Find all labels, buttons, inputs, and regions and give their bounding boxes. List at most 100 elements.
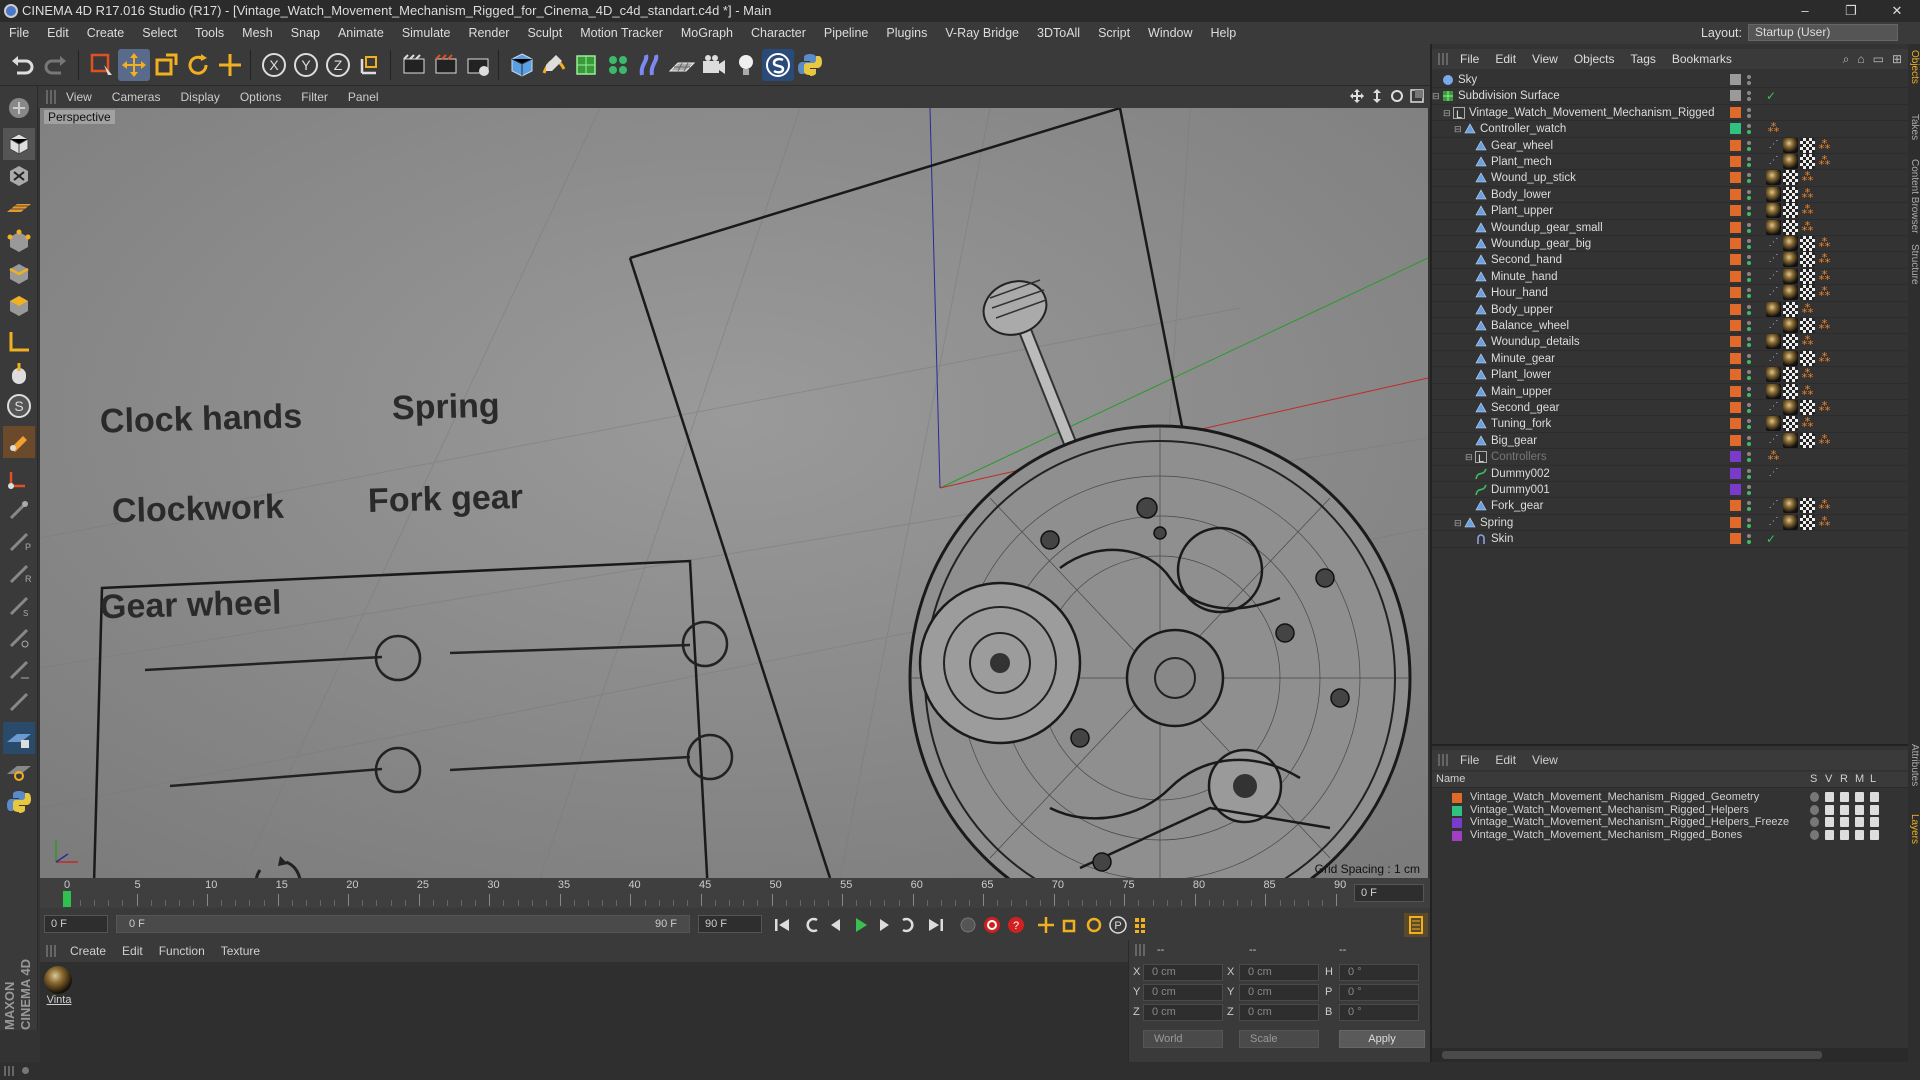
layer-color-swatch[interactable] (1730, 352, 1741, 364)
z-axis-lock-icon[interactable]: Z (322, 49, 354, 81)
layer-render-toggle-icon[interactable] (1840, 792, 1849, 802)
cube-object-icon[interactable] (506, 49, 538, 81)
goto-start-icon[interactable] (770, 913, 794, 937)
xpresso-tag-icon[interactable]: ⁂ (1800, 416, 1815, 431)
visibility-dots-icon[interactable] (1746, 156, 1752, 168)
layer-color-swatch[interactable] (1730, 74, 1741, 85)
magnet-tool-icon[interactable] (3, 426, 35, 458)
scripting-icon[interactable] (762, 49, 794, 81)
visibility-dots-icon[interactable] (1746, 189, 1752, 201)
protection-tag-icon[interactable]: ⋰ (1766, 466, 1781, 481)
tab-layers[interactable]: Layers (1908, 814, 1920, 844)
visibility-dots-icon[interactable] (1746, 271, 1752, 283)
key-scale-icon[interactable] (1058, 913, 1082, 937)
visibility-dots-icon[interactable] (1746, 451, 1752, 463)
size-y-field[interactable]: 0 cm (1239, 984, 1319, 1001)
render-view-icon[interactable] (398, 49, 430, 81)
expand-panel-icon[interactable]: ⊞ (1892, 52, 1902, 67)
sculpt-erase-icon[interactable] (3, 686, 35, 718)
end-frame-field[interactable]: 90 F (698, 915, 762, 933)
sculpt-smooth-icon[interactable]: P (3, 526, 35, 558)
uvw-tag-icon[interactable] (1800, 252, 1815, 268)
layer-color-swatch[interactable] (1730, 106, 1741, 118)
frame-range-slider[interactable]: 0 F 90 F (116, 915, 690, 933)
visibility-dots-icon[interactable] (1746, 287, 1752, 299)
layer-color-swatch[interactable] (1452, 793, 1462, 803)
uvw-tag-icon[interactable] (1800, 400, 1815, 415)
material-tag-icon[interactable] (1783, 137, 1798, 153)
maximize-button[interactable]: ❐ (1828, 0, 1874, 22)
layer-color-swatch[interactable] (1730, 90, 1741, 102)
timeline-layout-icon[interactable] (1404, 913, 1428, 937)
render-settings-icon[interactable] (462, 49, 494, 81)
xpresso-tag-icon[interactable]: ⁂ (1817, 498, 1832, 513)
menu-simulate[interactable]: Simulate (393, 26, 460, 40)
layer-color-swatch[interactable] (1452, 830, 1462, 841)
sculpt-pinch-icon[interactable]: S (3, 590, 35, 622)
visibility-dots-icon[interactable] (1746, 205, 1752, 217)
render-picture-viewer-icon[interactable] (430, 49, 462, 81)
sculpt-flatten-icon[interactable]: R (3, 558, 35, 590)
object-row[interactable]: Body_upper ⁂ (1432, 301, 1910, 318)
play-icon[interactable] (848, 913, 872, 937)
menu-render[interactable]: Render (459, 26, 518, 40)
expand-toggle-icon[interactable]: ⊟ (1432, 88, 1440, 104)
panel-grip-icon[interactable] (46, 90, 56, 104)
object-row[interactable]: Fork_gear ⋰ ⁂ (1432, 498, 1910, 515)
layer-color-swatch[interactable] (1730, 500, 1741, 512)
layer-color-swatch[interactable] (1730, 385, 1741, 397)
size-x-field[interactable]: 0 cm (1239, 964, 1319, 981)
record-active-keys-icon[interactable] (980, 913, 1004, 937)
object-row[interactable]: Dummy001 (1432, 482, 1910, 499)
object-row[interactable]: Big_gear ⋰ ⁂ (1432, 432, 1910, 450)
layer-locked-toggle-icon[interactable] (1870, 829, 1879, 840)
camera-object-icon[interactable] (698, 49, 730, 81)
workplane-lock-icon[interactable] (3, 722, 35, 754)
menu-tools[interactable]: Tools (186, 26, 233, 40)
undo-icon[interactable] (6, 49, 38, 81)
object-row[interactable]: Dummy002 ⋰ (1432, 466, 1910, 482)
pen-spline-icon[interactable] (538, 49, 570, 81)
new-view-icon[interactable]: ▭ (1873, 52, 1884, 67)
object-row[interactable]: Woundup_gear_small ⁂ (1432, 219, 1910, 236)
x-axis-lock-icon[interactable]: X (258, 49, 290, 81)
move-tool-icon[interactable] (118, 49, 150, 81)
visibility-dots-icon[interactable] (1746, 238, 1752, 250)
object-row[interactable]: Minute_hand ⋰ ⁂ (1432, 268, 1910, 286)
key-position-icon[interactable] (1034, 913, 1058, 937)
apply-button[interactable]: Apply (1339, 1030, 1425, 1048)
menu-mograph[interactable]: MoGraph (672, 26, 742, 40)
layer-header-name[interactable]: Name (1436, 773, 1465, 785)
playhead[interactable] (63, 891, 71, 907)
layer-render-toggle-icon[interactable] (1840, 829, 1849, 840)
object-row[interactable]: Plant_upper ⁂ (1432, 203, 1910, 220)
layer-visible-toggle-icon[interactable] (1825, 817, 1834, 827)
rotation-b-field[interactable]: 0 ° (1339, 1004, 1419, 1021)
menu-animate[interactable]: Animate (329, 26, 393, 40)
protection-tag-icon[interactable]: ⋰ (1766, 515, 1781, 530)
uvw-tag-icon[interactable] (1800, 432, 1815, 448)
search-icon[interactable]: ⌕ (1843, 52, 1850, 67)
layer-visible-toggle-icon[interactable] (1825, 792, 1834, 802)
visibility-dots-icon[interactable] (1746, 353, 1752, 365)
xpresso-tag-icon[interactable]: ⁂ (1817, 154, 1832, 169)
uvw-tag-icon[interactable] (1783, 383, 1798, 399)
xpresso-tag-icon[interactable]: ⁂ (1800, 384, 1815, 399)
object-row[interactable]: ⊟ Controller_watch ⁂ (1432, 121, 1910, 138)
python-console-icon[interactable] (3, 786, 35, 818)
layer-visible-toggle-icon[interactable] (1825, 829, 1834, 840)
viewport-menu-view[interactable]: View (56, 90, 102, 104)
position-x-field[interactable]: 0 cm (1143, 964, 1223, 981)
material-tag-icon[interactable] (1766, 186, 1781, 202)
zoom-view-icon[interactable] (1370, 89, 1384, 103)
layer-color-swatch[interactable] (1730, 533, 1741, 545)
object-row[interactable]: Tuning_fork ⁂ (1432, 416, 1910, 433)
uvw-tag-icon[interactable] (1800, 318, 1815, 333)
rotation-h-field[interactable]: 0 ° (1339, 964, 1419, 981)
panel-grip-icon[interactable] (1135, 944, 1145, 956)
protection-tag-icon[interactable]: ⋰ (1766, 236, 1781, 251)
object-row[interactable]: ⊟ Subdivision Surface ✓ (1432, 88, 1910, 105)
menu-file[interactable]: File (0, 26, 38, 40)
rotation-p-field[interactable]: 0 ° (1339, 984, 1419, 1001)
material-menu-texture[interactable]: Texture (213, 944, 268, 958)
